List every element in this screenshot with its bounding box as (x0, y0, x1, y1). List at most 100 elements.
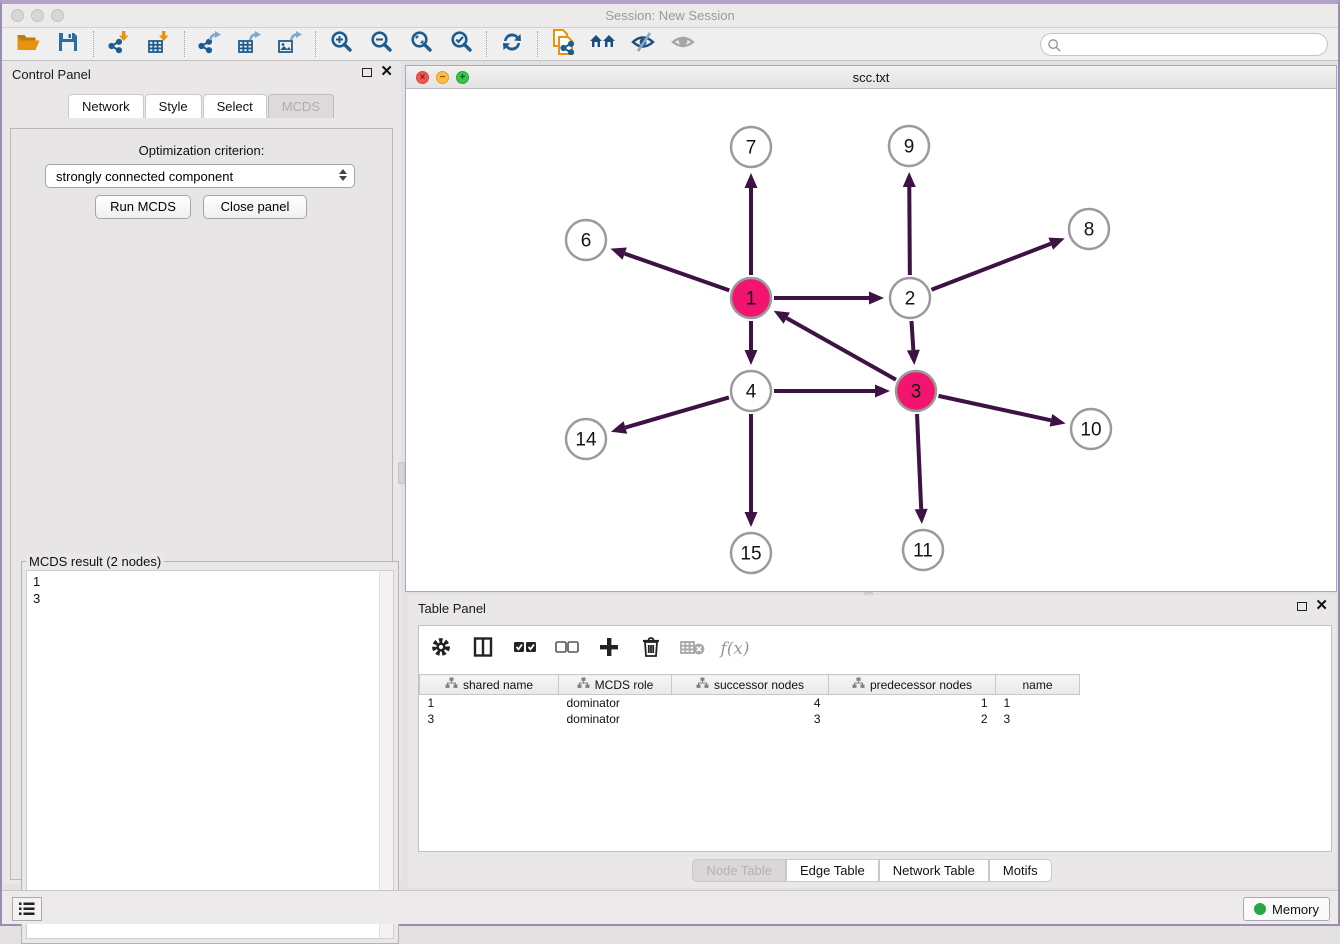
close-panel-icon[interactable]: ✕ (380, 66, 393, 78)
column-header-name[interactable]: name (996, 675, 1080, 695)
graph-node-7[interactable]: 7 (731, 127, 771, 167)
dropdown-value: strongly connected component (56, 169, 233, 184)
toolbar-separator (315, 31, 316, 57)
table-cell[interactable]: 3 (996, 711, 1080, 727)
zoom-selected-button[interactable] (445, 30, 477, 58)
task-history-button[interactable] (12, 897, 42, 921)
export-table-button[interactable] (234, 30, 266, 58)
graph-node-14[interactable]: 14 (566, 419, 606, 459)
zoom-selected-icon (450, 30, 473, 58)
export-image-button[interactable] (274, 30, 306, 58)
tab-mcds[interactable]: MCDS (268, 94, 334, 118)
node-label: 14 (575, 430, 597, 451)
float-table-panel-icon[interactable] (1297, 602, 1307, 611)
graph-node-6[interactable]: 6 (566, 220, 606, 260)
tab-network-table[interactable]: Network Table (879, 859, 989, 882)
zoom-in-button[interactable] (325, 30, 357, 58)
graph-node-15[interactable]: 15 (731, 533, 771, 573)
control-panel: Control Panel ✕ NetworkStyleSelectMCDS O… (2, 61, 401, 884)
delete-columns-button[interactable] (637, 635, 665, 663)
show-graphics-details-icon (670, 31, 696, 58)
column-chooser-button[interactable] (469, 635, 497, 663)
graph-node-8[interactable]: 8 (1069, 209, 1109, 249)
add-column-button[interactable] (595, 635, 623, 663)
run-mcds-button[interactable]: Run MCDS (95, 195, 191, 219)
graph-node-3[interactable]: 3 (896, 371, 936, 411)
hide-graphics-details-button[interactable] (627, 30, 659, 58)
column-header-shared-name[interactable]: shared name (420, 675, 559, 695)
close-table-panel-icon[interactable]: ✕ (1315, 600, 1328, 612)
column-header-successor-nodes[interactable]: successor nodes (672, 675, 829, 695)
table-cell[interactable]: 1 (829, 695, 996, 711)
network-view-window: × − + scc.txt 7968124314101511 (405, 65, 1337, 592)
zoom-out-button[interactable] (365, 30, 397, 58)
node-label: 15 (740, 544, 761, 565)
mcds-result-text[interactable]: 1 3 (26, 570, 394, 939)
edge-arrow-1-4 (745, 350, 758, 365)
table-row[interactable]: 1dominator411 (420, 695, 1080, 711)
tab-select[interactable]: Select (203, 94, 267, 118)
graph-node-10[interactable]: 10 (1071, 409, 1111, 449)
table-cell[interactable]: 2 (829, 711, 996, 727)
result-scrollbar[interactable] (379, 571, 393, 938)
tab-network[interactable]: Network (68, 94, 144, 118)
edge-4-14[interactable] (625, 397, 729, 427)
edge-1-6[interactable] (625, 254, 730, 291)
export-network-button[interactable] (194, 30, 226, 58)
optimization-criterion-dropdown[interactable]: strongly connected component (45, 164, 355, 188)
first-neighbors-button[interactable] (587, 30, 619, 58)
memory-button[interactable]: Memory (1243, 897, 1330, 921)
vertical-splitter-handle[interactable] (398, 462, 405, 484)
column-header-predecessor-nodes[interactable]: predecessor nodes (829, 675, 996, 695)
column-header-MCDS-role[interactable]: MCDS role (559, 675, 672, 695)
node-table: shared nameMCDS rolesuccessor nodesprede… (419, 674, 1080, 727)
tab-edge-table[interactable]: Edge Table (786, 859, 879, 882)
search-input[interactable] (1065, 37, 1315, 51)
edge-3-1[interactable] (787, 318, 896, 380)
import-table-button[interactable] (143, 30, 175, 58)
edge-3-10[interactable] (938, 396, 1050, 420)
tab-style[interactable]: Style (145, 94, 202, 118)
edge-2-8[interactable] (931, 244, 1050, 290)
sort-column-icon (852, 677, 865, 692)
network-canvas[interactable]: 7 9 6 8 1 2 4 3 14 10 15 11 (406, 89, 1336, 591)
show-graphics-details-button[interactable] (667, 30, 699, 58)
deselect-all-rows-button[interactable] (553, 635, 581, 663)
zoom-fit-button[interactable] (405, 30, 437, 58)
tab-node-table[interactable]: Node Table (692, 859, 786, 882)
select-all-rows-button[interactable] (511, 635, 539, 663)
table-cell[interactable]: 1 (996, 695, 1080, 711)
refresh-layout-button[interactable] (496, 30, 528, 58)
table-settings-gear-button[interactable] (427, 635, 455, 663)
table-cell[interactable]: dominator (559, 695, 672, 711)
graph-node-4[interactable]: 4 (731, 371, 771, 411)
table-cell[interactable]: dominator (559, 711, 672, 727)
duplicate-network-button[interactable] (547, 30, 579, 58)
table-cell[interactable]: 3 (672, 711, 829, 727)
first-neighbors-icon (589, 31, 617, 58)
table-row[interactable]: 3dominator323 (420, 711, 1080, 727)
edge-2-3[interactable] (911, 321, 913, 350)
node-label: 11 (913, 541, 933, 562)
zoom-out-icon (370, 30, 393, 58)
edge-arrow-2-8 (1048, 238, 1064, 250)
graph-node-9[interactable]: 9 (889, 126, 929, 166)
table-cell[interactable]: 1 (420, 695, 559, 711)
graph-node-11[interactable]: 11 (903, 530, 943, 570)
open-file-button[interactable] (12, 30, 44, 58)
close-panel-button[interactable]: Close panel (203, 195, 307, 219)
edge-2-9[interactable] (909, 187, 910, 275)
float-panel-icon[interactable] (362, 68, 372, 77)
edge-3-11[interactable] (917, 414, 921, 509)
control-panel-title: Control Panel (12, 67, 91, 82)
add-column-icon (598, 636, 620, 663)
graph-node-2[interactable]: 2 (890, 278, 930, 318)
graph-node-1[interactable]: 1 (731, 278, 771, 318)
table-cell[interactable]: 3 (420, 711, 559, 727)
title-bar: Session: New Session (2, 4, 1338, 28)
duplicate-network-icon (551, 29, 575, 60)
save-session-button[interactable] (52, 30, 84, 58)
import-network-button[interactable] (103, 30, 135, 58)
tab-motifs[interactable]: Motifs (989, 859, 1052, 882)
table-cell[interactable]: 4 (672, 695, 829, 711)
